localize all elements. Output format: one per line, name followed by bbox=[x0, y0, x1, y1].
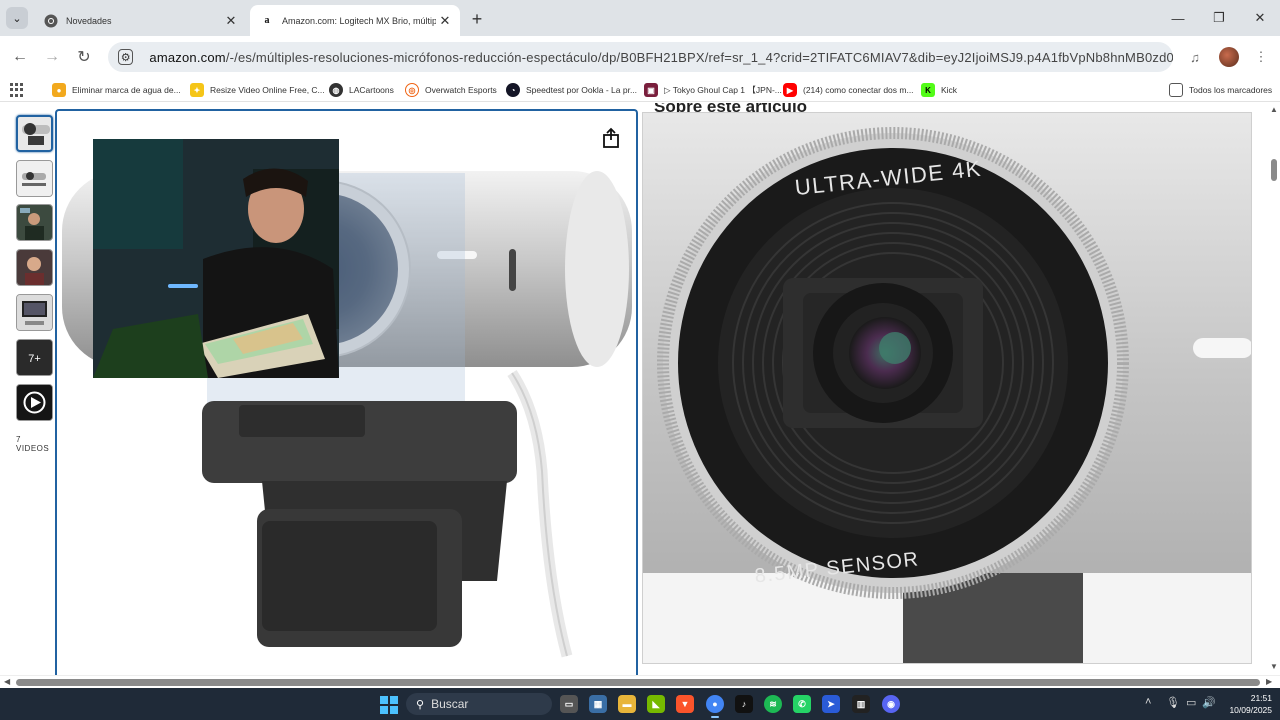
taskbar-search[interactable]: ⚲ Buscar bbox=[406, 693, 552, 715]
bookmark-item[interactable]: K Kick bbox=[921, 81, 957, 99]
reload-icon[interactable]: ↻ bbox=[73, 46, 95, 68]
all-bookmarks-button[interactable]: Todos los marcadores bbox=[1169, 81, 1272, 99]
bookmarks-bar: ● Eliminar marca de agua de... ✦ Resize Vi… bbox=[0, 78, 1280, 102]
speedtest-icon: ◔ bbox=[506, 83, 520, 97]
windows-start-icon[interactable] bbox=[380, 696, 398, 714]
tab-strip: ⌄ Novedades ✕ a Amazon.com: Logitech MX … bbox=[0, 0, 1280, 36]
bookmark-item[interactable]: ▶ (214) como conectar dos m... bbox=[783, 81, 914, 99]
nvidia-icon[interactable]: ◣ bbox=[647, 695, 665, 713]
main-product-image[interactable] bbox=[55, 109, 638, 675]
close-tab-icon[interactable]: ✕ bbox=[436, 12, 454, 30]
tiktok-icon[interactable]: ♪ bbox=[735, 695, 753, 713]
task-view-icon[interactable]: ▭ bbox=[560, 695, 578, 713]
media-control-icon[interactable]: ♫ bbox=[1186, 48, 1204, 66]
bookmark-favicon-icon: ▣ bbox=[644, 83, 658, 97]
folder-icon bbox=[1169, 83, 1183, 97]
forward-icon[interactable]: → bbox=[41, 46, 63, 68]
maximize-button[interactable]: ❐ bbox=[1204, 6, 1234, 30]
tab-title: Amazon.com: Logitech MX Brio, múltiples … bbox=[282, 15, 436, 26]
minimize-button[interactable]: — bbox=[1163, 6, 1193, 30]
back-icon[interactable]: ← bbox=[9, 46, 31, 68]
thumbnail-desk-setup[interactable] bbox=[16, 294, 53, 331]
lens-closeup: ULTRA-WIDE 4K 8.5MP SENSOR bbox=[643, 113, 1251, 663]
volume-icon[interactable]: 🔊 bbox=[1202, 696, 1216, 709]
chrome-taskbar-icon[interactable]: ● bbox=[706, 695, 724, 718]
search-icon: ⚲ bbox=[416, 698, 425, 711]
bookmark-item[interactable]: ● Eliminar marca de agua de... bbox=[52, 81, 181, 99]
url-text[interactable]: amazon.com/-/es/múltiples-resoluciones-m… bbox=[149, 50, 1173, 65]
zoom-preview-pane: ULTRA-WIDE 4K 8.5MP SENSOR bbox=[642, 112, 1252, 664]
discord-icon[interactable]: ◉ bbox=[882, 695, 900, 713]
tab-search-button[interactable]: ⌄ bbox=[6, 7, 28, 29]
file-explorer-icon[interactable]: ▬ bbox=[618, 695, 636, 713]
kick-icon: K bbox=[921, 83, 935, 97]
network-icon[interactable]: ▭ bbox=[1186, 696, 1196, 709]
thumbnail-lifestyle-1[interactable] bbox=[16, 204, 53, 241]
share-icon bbox=[603, 127, 619, 148]
scroll-thumb[interactable] bbox=[1271, 159, 1277, 181]
scroll-left-icon[interactable]: ◀ bbox=[4, 677, 10, 686]
bookmark-item[interactable]: ◍ LACartoons bbox=[329, 81, 394, 99]
videos-label[interactable]: 7 VIDEOS bbox=[16, 435, 56, 453]
tab-novedades[interactable]: Novedades ✕ bbox=[34, 5, 246, 36]
call-of-duty-icon[interactable]: ▥ bbox=[852, 695, 870, 713]
close-window-button[interactable]: ✕ bbox=[1245, 6, 1275, 30]
thumbnail-more-images[interactable]: 7+ bbox=[16, 339, 53, 376]
browser-toolbar: ← → ↻ ⚙ amazon.com/-/es/múltiples-resolu… bbox=[0, 36, 1280, 78]
tab-title: Novedades bbox=[66, 15, 112, 26]
menu-icon[interactable]: ⋮ bbox=[1252, 48, 1270, 66]
avatar[interactable] bbox=[1219, 47, 1239, 67]
video-overlay[interactable] bbox=[93, 139, 339, 378]
brave-icon[interactable]: ▼ bbox=[676, 695, 694, 713]
whatsapp-icon[interactable]: ✆ bbox=[793, 695, 811, 713]
thumbnail-videos[interactable] bbox=[16, 384, 53, 421]
bookmark-item[interactable]: ▣ ▷ Tokyo Ghoul Cap 1 【JPN-... bbox=[644, 81, 782, 99]
scroll-right-icon[interactable]: ▶ bbox=[1266, 677, 1272, 686]
address-bar[interactable]: ⚙ amazon.com/-/es/múltiples-resoluciones… bbox=[108, 42, 1173, 72]
store-icon[interactable]: ▦ bbox=[589, 695, 607, 713]
horizontal-scrollbar[interactable]: ◀ ▶ bbox=[0, 675, 1280, 688]
bookmark-item[interactable]: ◔ Speedtest por Ookla - La pr... bbox=[506, 81, 637, 99]
bookmark-favicon-icon: ✦ bbox=[190, 83, 204, 97]
scroll-up-icon[interactable]: ▲ bbox=[1270, 105, 1278, 114]
close-tab-icon[interactable]: ✕ bbox=[222, 12, 240, 30]
youtube-icon: ▶ bbox=[783, 83, 797, 97]
app-icon[interactable]: ➤ bbox=[822, 695, 840, 713]
bookmark-item[interactable]: ✦ Resize Video Online Free, C... bbox=[190, 81, 325, 99]
globe-icon: ◍ bbox=[329, 83, 343, 97]
microphone-icon[interactable]: 🎙 bbox=[1166, 696, 1180, 709]
bookmark-favicon-icon: ● bbox=[52, 83, 66, 97]
more-images-count: 7+ bbox=[28, 353, 41, 365]
thumbnail-webcam-side[interactable] bbox=[16, 160, 53, 197]
thumbnail-lifestyle-2[interactable] bbox=[16, 249, 53, 286]
bookmark-item[interactable]: ◎ Overwatch Esports bbox=[405, 81, 497, 99]
taskbar-clock[interactable]: 21:51 10/09/2025 bbox=[1222, 692, 1272, 716]
product-page: Sobre este artículo 7+ 7 VIDEOS ULTRA-WI… bbox=[0, 103, 1280, 675]
vertical-scrollbar[interactable]: ▲ ▼ bbox=[1268, 103, 1280, 675]
new-tab-button[interactable]: + bbox=[466, 9, 488, 29]
spotify-icon[interactable]: ≋ bbox=[764, 695, 782, 713]
overwatch-icon: ◎ bbox=[405, 83, 419, 97]
windows-taskbar: ⚲ Buscar ▭ ▦ ▬ ◣ ▼ ● ♪ ≋ ✆ ➤ ▥ ◉ ˄ 🎙 ▭ 🔊 … bbox=[0, 688, 1280, 720]
scroll-thumb[interactable] bbox=[16, 679, 1260, 686]
tray-overflow-icon[interactable]: ˄ bbox=[1145, 696, 1151, 708]
chrome-icon bbox=[44, 14, 58, 28]
site-info-icon[interactable]: ⚙ bbox=[118, 49, 134, 65]
tab-amazon[interactable]: a Amazon.com: Logitech MX Brio, múltiple… bbox=[250, 5, 460, 36]
thumbnail-webcam-front[interactable] bbox=[16, 115, 53, 152]
apps-icon[interactable] bbox=[10, 83, 24, 97]
amazon-icon: a bbox=[260, 13, 274, 28]
scroll-down-icon[interactable]: ▼ bbox=[1270, 662, 1278, 671]
